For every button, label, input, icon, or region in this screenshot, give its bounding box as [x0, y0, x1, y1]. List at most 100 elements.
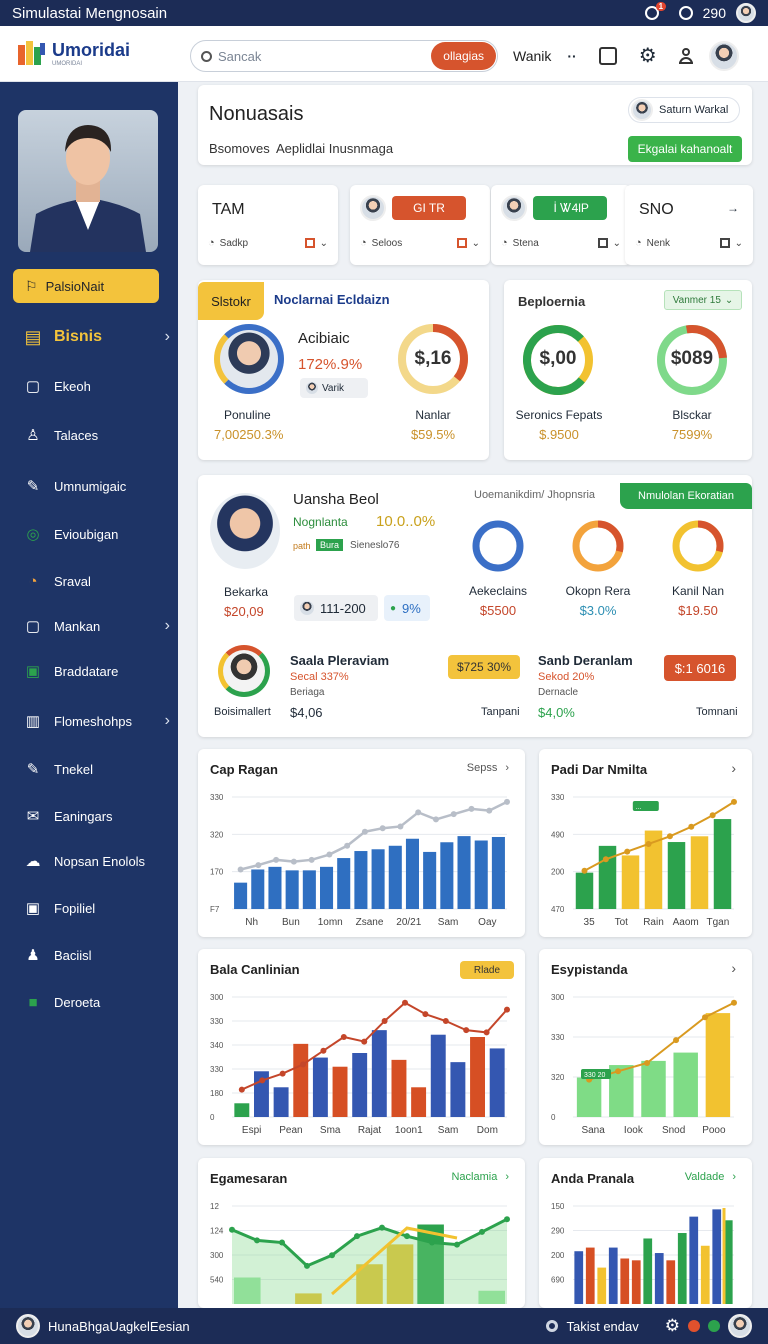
main-content: Nonuasais Bsomoves Aeplidlai Inusnmaga S… — [178, 82, 768, 1308]
square-icon — [597, 238, 608, 248]
header-action-button[interactable]: Ekgalai kahanoalt — [628, 136, 742, 162]
page-header-card: Nonuasais Bsomoves Aeplidlai Inusnmaga S… — [198, 85, 752, 165]
sidebar-item-umnumigaic[interactable]: ✎ Umnumigaic — [24, 471, 170, 501]
summary-chip[interactable]: Varik — [300, 378, 368, 398]
sidebar-item-mankan[interactable]: ▢ Mankan › — [24, 611, 170, 641]
brand-logo[interactable]: Umoridai UMORIDAI — [0, 39, 180, 67]
notification-icon[interactable]: 1 — [644, 2, 667, 20]
user-icon[interactable] — [678, 48, 693, 64]
sidebar: ⚐ PalsioNait ▤ Bisnis › ▢ Ekeoh ♙ Talaces ✎ Umnu… — [0, 82, 178, 1308]
brand-name: Umoridai — [52, 39, 131, 60]
sidebar-item-deroeta[interactable]: ■ Deroeta — [24, 987, 170, 1017]
data-point — [320, 1047, 327, 1054]
detail-line1-value: 10.0..0% — [376, 513, 436, 530]
sidebar-item-fopiliel[interactable]: ▣ Fopiliel — [24, 893, 170, 923]
summary-right-dropdown-label: Vanmer 15 — [672, 294, 721, 306]
sidebar-icon: ✎ — [26, 761, 40, 778]
data-point — [702, 1014, 709, 1021]
chart-svg: 300 330 340 330 180 0 Espi Pean Sma Rajat 1oon1 Sam… — [210, 993, 510, 1136]
bottom-avatar[interactable] — [16, 1314, 40, 1338]
bar — [575, 872, 594, 909]
system-avatar[interactable] — [736, 3, 756, 23]
sidebar-item-braddatare[interactable]: ▣ Braddatare — [24, 656, 170, 686]
y-tick-label: 690 — [551, 1276, 565, 1285]
x-tick-label: Dom — [477, 1125, 498, 1136]
search-button[interactable]: ollagias — [431, 42, 496, 70]
bar — [371, 1030, 387, 1117]
field-icon: ◔ — [501, 237, 508, 249]
summary-right-dropdown[interactable]: Vanmer 15 ⌄ — [664, 290, 742, 310]
bar — [411, 1087, 427, 1117]
detail-row2-left-badge[interactable]: $725 30% — [448, 655, 520, 679]
detail-row2-right-badge[interactable]: $:1 6016 — [664, 655, 736, 681]
y-tick-label: 150 — [551, 1202, 565, 1211]
filter-field[interactable]: ◔ Sadkp ⌄ — [208, 237, 328, 249]
chart-badge-label: 330 20 — [584, 1072, 606, 1079]
clock-icon — [678, 6, 693, 20]
alert-dot-icon[interactable] — [688, 1320, 700, 1332]
detail-row2-left-sub: Secal 337% — [290, 671, 349, 683]
data-point — [615, 1068, 622, 1075]
data-point — [229, 1226, 235, 1233]
search-bar[interactable]: Sancak ollagias — [190, 40, 498, 72]
detail-green-button[interactable]: Nmulolan Ekoratian — [620, 483, 752, 509]
y-tick-label: 330 — [551, 1033, 565, 1042]
primary-sidebar-button[interactable]: ⚐ PalsioNait — [13, 269, 159, 303]
sidebar-item-flomeshohps[interactable]: ▥ Flomeshohps › — [24, 706, 170, 736]
window-icon[interactable] — [598, 47, 617, 65]
filter-avatar — [501, 195, 527, 221]
sidebar-item-tnekel[interactable]: ✎ Tnekel — [24, 754, 170, 784]
header-user-chip[interactable]: Saturn Warkal — [628, 97, 740, 123]
bar — [620, 1258, 630, 1304]
sidebar-icon: ▣ — [25, 900, 41, 917]
system-title: Simulastai Mengnosain — [12, 4, 168, 22]
data-point — [397, 823, 404, 830]
message-dot-icon[interactable] — [708, 1320, 720, 1332]
sidebar-item-ekeoh[interactable]: ▢ Ekeoh — [24, 371, 170, 401]
tab-aeplidlai[interactable]: Aeplidlai Inusnmaga — [276, 141, 393, 156]
bar — [608, 1247, 618, 1304]
user-menu-link[interactable]: Wanik — [513, 48, 551, 64]
detail-ring-3 — [672, 520, 724, 572]
sidebar-item-eaningars[interactable]: ✉ Eaningars — [24, 801, 170, 831]
data-point — [415, 809, 422, 816]
filter-card-2[interactable]: GI TR ◔ Seloos ⌄ — [350, 185, 490, 265]
filter-card-3[interactable]: İ Ꮤ4lP ◔ Stena ⌄ — [491, 185, 631, 265]
detail-person-caption: Bekarka — [224, 585, 269, 599]
summary-percent: 172%.9% — [298, 356, 363, 373]
gear-icon[interactable]: ⚙ — [639, 46, 657, 66]
filter-card-1[interactable]: TAM ◔ Sadkp ⌄ — [198, 185, 338, 265]
sidebar-item-baciisl[interactable]: ♟ Baciisl — [24, 940, 170, 970]
sidebar-item-nopsan-enolols[interactable]: ☁ Nopsan Enolols — [24, 846, 170, 876]
arrow-right-icon[interactable]: → — [727, 201, 739, 215]
sidebar-item-talaces[interactable]: ♙ Talaces — [24, 420, 170, 450]
sidebar-item-label: Nopsan Enolols — [54, 853, 146, 869]
gear-icon[interactable]: ⚙ — [665, 1316, 680, 1336]
sidebar-item-sraval[interactable]: ◔ Sraval — [24, 566, 170, 596]
detail-tag2: Bura — [316, 539, 344, 551]
bottom-avatar-right[interactable] — [728, 1314, 752, 1338]
bar — [293, 1043, 309, 1117]
data-point — [432, 816, 439, 823]
x-tick-label: Sam — [438, 917, 459, 928]
detail-row2-right-trail: Tomnani — [696, 706, 738, 718]
x-tick-label: 1oon1 — [395, 1125, 423, 1136]
sidebar-item-bisnis[interactable]: ▤ Bisnis › — [24, 322, 170, 352]
sidebar-item-evioubigan[interactable]: ◎ Evioubigan — [24, 519, 170, 549]
chevron-right-icon: › — [164, 712, 170, 729]
filter-card-4[interactable]: SNO → ◔ Nenk ⌄ — [625, 185, 753, 265]
filter-field[interactable]: ◔ Stena ⌄ — [501, 237, 621, 249]
detail-pill2: ● 9% — [384, 595, 430, 621]
y-tick-label: 200 — [551, 1251, 565, 1260]
filter-field[interactable]: ◔ Nenk ⌄ — [635, 237, 743, 249]
tab-bsomoves[interactable]: Bsomoves — [209, 141, 270, 156]
more-icon[interactable]: ·· — [567, 48, 576, 64]
nav-avatar[interactable] — [708, 41, 739, 71]
detail-row2-right-sub2: Dernacle — [538, 687, 579, 698]
system-time: 290 — [702, 5, 726, 21]
header-user-avatar — [631, 99, 653, 121]
x-tick-label: Iook — [624, 1125, 644, 1136]
search-input[interactable]: Sancak — [218, 49, 261, 64]
summary-right-ring2-label: Blsckar — [672, 408, 712, 422]
filter-field[interactable]: ◔ Seloos ⌄ — [360, 237, 480, 249]
